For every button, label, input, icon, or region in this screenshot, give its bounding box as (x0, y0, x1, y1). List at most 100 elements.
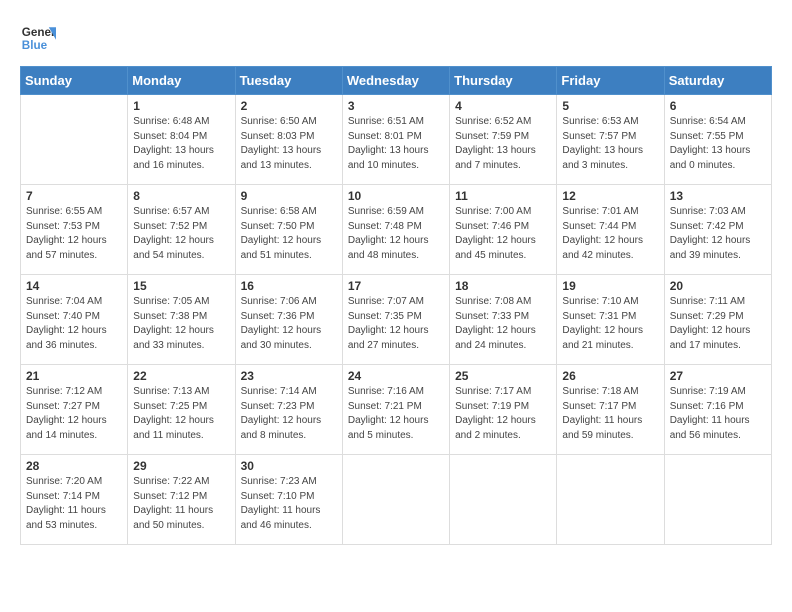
calendar-cell: 18 Sunrise: 7:08 AMSunset: 7:33 PMDaylig… (450, 275, 557, 365)
day-number: 29 (133, 459, 229, 473)
calendar-cell: 10 Sunrise: 6:59 AMSunset: 7:48 PMDaylig… (342, 185, 449, 275)
day-number: 21 (26, 369, 122, 383)
day-info: Sunrise: 7:12 AMSunset: 7:27 PMDaylight:… (26, 386, 107, 441)
calendar-cell: 25 Sunrise: 7:17 AMSunset: 7:19 PMDaylig… (450, 365, 557, 455)
calendar-cell: 8 Sunrise: 6:57 AMSunset: 7:52 PMDayligh… (128, 185, 235, 275)
calendar-cell: 19 Sunrise: 7:10 AMSunset: 7:31 PMDaylig… (557, 275, 664, 365)
day-info: Sunrise: 7:23 AMSunset: 7:10 PMDaylight:… (241, 476, 321, 531)
calendar-cell: 11 Sunrise: 7:00 AMSunset: 7:46 PMDaylig… (450, 185, 557, 275)
day-number: 25 (455, 369, 551, 383)
day-info: Sunrise: 7:18 AMSunset: 7:17 PMDaylight:… (562, 386, 642, 441)
weekday-header: Thursday (450, 67, 557, 95)
calendar-cell: 24 Sunrise: 7:16 AMSunset: 7:21 PMDaylig… (342, 365, 449, 455)
day-info: Sunrise: 7:05 AMSunset: 7:38 PMDaylight:… (133, 296, 214, 351)
calendar-cell: 14 Sunrise: 7:04 AMSunset: 7:40 PMDaylig… (21, 275, 128, 365)
calendar-cell (664, 455, 771, 545)
day-info: Sunrise: 7:13 AMSunset: 7:25 PMDaylight:… (133, 386, 214, 441)
day-number: 16 (241, 279, 337, 293)
calendar-cell (342, 455, 449, 545)
calendar-cell: 21 Sunrise: 7:12 AMSunset: 7:27 PMDaylig… (21, 365, 128, 455)
weekday-header: Sunday (21, 67, 128, 95)
day-number: 2 (241, 99, 337, 113)
day-number: 12 (562, 189, 658, 203)
calendar-cell: 30 Sunrise: 7:23 AMSunset: 7:10 PMDaylig… (235, 455, 342, 545)
calendar-cell: 28 Sunrise: 7:20 AMSunset: 7:14 PMDaylig… (21, 455, 128, 545)
calendar-cell: 5 Sunrise: 6:53 AMSunset: 7:57 PMDayligh… (557, 95, 664, 185)
day-number: 9 (241, 189, 337, 203)
calendar-cell: 1 Sunrise: 6:48 AMSunset: 8:04 PMDayligh… (128, 95, 235, 185)
week-row: 28 Sunrise: 7:20 AMSunset: 7:14 PMDaylig… (21, 455, 772, 545)
header: General Blue (20, 20, 772, 56)
calendar-cell: 7 Sunrise: 6:55 AMSunset: 7:53 PMDayligh… (21, 185, 128, 275)
day-info: Sunrise: 6:57 AMSunset: 7:52 PMDaylight:… (133, 206, 214, 261)
week-row: 14 Sunrise: 7:04 AMSunset: 7:40 PMDaylig… (21, 275, 772, 365)
calendar-cell (21, 95, 128, 185)
logo-icon: General Blue (20, 20, 56, 56)
day-number: 14 (26, 279, 122, 293)
week-row: 1 Sunrise: 6:48 AMSunset: 8:04 PMDayligh… (21, 95, 772, 185)
day-info: Sunrise: 7:19 AMSunset: 7:16 PMDaylight:… (670, 386, 750, 441)
calendar-cell: 15 Sunrise: 7:05 AMSunset: 7:38 PMDaylig… (128, 275, 235, 365)
day-info: Sunrise: 7:08 AMSunset: 7:33 PMDaylight:… (455, 296, 536, 351)
day-info: Sunrise: 7:11 AMSunset: 7:29 PMDaylight:… (670, 296, 751, 351)
day-info: Sunrise: 7:20 AMSunset: 7:14 PMDaylight:… (26, 476, 106, 531)
day-number: 8 (133, 189, 229, 203)
calendar-cell: 2 Sunrise: 6:50 AMSunset: 8:03 PMDayligh… (235, 95, 342, 185)
day-number: 24 (348, 369, 444, 383)
day-number: 3 (348, 99, 444, 113)
day-info: Sunrise: 7:06 AMSunset: 7:36 PMDaylight:… (241, 296, 322, 351)
weekday-header: Wednesday (342, 67, 449, 95)
day-info: Sunrise: 6:50 AMSunset: 8:03 PMDaylight:… (241, 116, 322, 171)
svg-text:Blue: Blue (22, 39, 48, 52)
day-number: 26 (562, 369, 658, 383)
calendar-header-row: SundayMondayTuesdayWednesdayThursdayFrid… (21, 67, 772, 95)
weekday-header: Tuesday (235, 67, 342, 95)
calendar-cell: 29 Sunrise: 7:22 AMSunset: 7:12 PMDaylig… (128, 455, 235, 545)
day-number: 6 (670, 99, 766, 113)
calendar-cell: 26 Sunrise: 7:18 AMSunset: 7:17 PMDaylig… (557, 365, 664, 455)
day-info: Sunrise: 6:58 AMSunset: 7:50 PMDaylight:… (241, 206, 322, 261)
day-number: 1 (133, 99, 229, 113)
day-number: 10 (348, 189, 444, 203)
day-info: Sunrise: 6:55 AMSunset: 7:53 PMDaylight:… (26, 206, 107, 261)
day-info: Sunrise: 7:07 AMSunset: 7:35 PMDaylight:… (348, 296, 429, 351)
day-info: Sunrise: 6:51 AMSunset: 8:01 PMDaylight:… (348, 116, 429, 171)
calendar-cell: 22 Sunrise: 7:13 AMSunset: 7:25 PMDaylig… (128, 365, 235, 455)
day-number: 30 (241, 459, 337, 473)
day-info: Sunrise: 7:14 AMSunset: 7:23 PMDaylight:… (241, 386, 322, 441)
calendar: SundayMondayTuesdayWednesdayThursdayFrid… (20, 66, 772, 545)
day-info: Sunrise: 7:10 AMSunset: 7:31 PMDaylight:… (562, 296, 643, 351)
day-info: Sunrise: 7:01 AMSunset: 7:44 PMDaylight:… (562, 206, 643, 261)
weekday-header: Friday (557, 67, 664, 95)
calendar-cell (450, 455, 557, 545)
day-number: 22 (133, 369, 229, 383)
weekday-header: Monday (128, 67, 235, 95)
day-number: 28 (26, 459, 122, 473)
day-info: Sunrise: 7:03 AMSunset: 7:42 PMDaylight:… (670, 206, 751, 261)
day-info: Sunrise: 6:59 AMSunset: 7:48 PMDaylight:… (348, 206, 429, 261)
week-row: 7 Sunrise: 6:55 AMSunset: 7:53 PMDayligh… (21, 185, 772, 275)
calendar-cell: 17 Sunrise: 7:07 AMSunset: 7:35 PMDaylig… (342, 275, 449, 365)
calendar-cell: 13 Sunrise: 7:03 AMSunset: 7:42 PMDaylig… (664, 185, 771, 275)
week-row: 21 Sunrise: 7:12 AMSunset: 7:27 PMDaylig… (21, 365, 772, 455)
day-info: Sunrise: 6:53 AMSunset: 7:57 PMDaylight:… (562, 116, 643, 171)
calendar-cell: 23 Sunrise: 7:14 AMSunset: 7:23 PMDaylig… (235, 365, 342, 455)
calendar-cell: 20 Sunrise: 7:11 AMSunset: 7:29 PMDaylig… (664, 275, 771, 365)
calendar-cell: 12 Sunrise: 7:01 AMSunset: 7:44 PMDaylig… (557, 185, 664, 275)
logo: General Blue (20, 20, 56, 56)
day-info: Sunrise: 6:52 AMSunset: 7:59 PMDaylight:… (455, 116, 536, 171)
calendar-cell: 6 Sunrise: 6:54 AMSunset: 7:55 PMDayligh… (664, 95, 771, 185)
day-number: 18 (455, 279, 551, 293)
day-number: 27 (670, 369, 766, 383)
weekday-header: Saturday (664, 67, 771, 95)
day-info: Sunrise: 6:54 AMSunset: 7:55 PMDaylight:… (670, 116, 751, 171)
calendar-cell: 9 Sunrise: 6:58 AMSunset: 7:50 PMDayligh… (235, 185, 342, 275)
day-info: Sunrise: 7:00 AMSunset: 7:46 PMDaylight:… (455, 206, 536, 261)
day-info: Sunrise: 6:48 AMSunset: 8:04 PMDaylight:… (133, 116, 214, 171)
calendar-cell: 27 Sunrise: 7:19 AMSunset: 7:16 PMDaylig… (664, 365, 771, 455)
day-number: 17 (348, 279, 444, 293)
calendar-cell: 16 Sunrise: 7:06 AMSunset: 7:36 PMDaylig… (235, 275, 342, 365)
day-info: Sunrise: 7:22 AMSunset: 7:12 PMDaylight:… (133, 476, 213, 531)
day-number: 4 (455, 99, 551, 113)
day-number: 7 (26, 189, 122, 203)
